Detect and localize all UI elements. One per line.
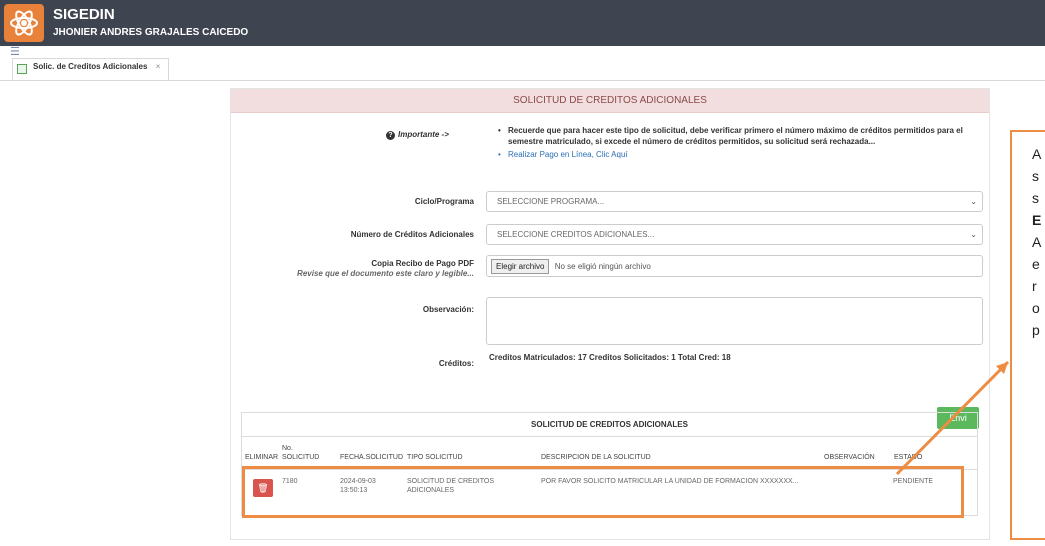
callout-arrow [895, 360, 1010, 476]
callout-box: A s s E A e r o p [1010, 130, 1045, 540]
